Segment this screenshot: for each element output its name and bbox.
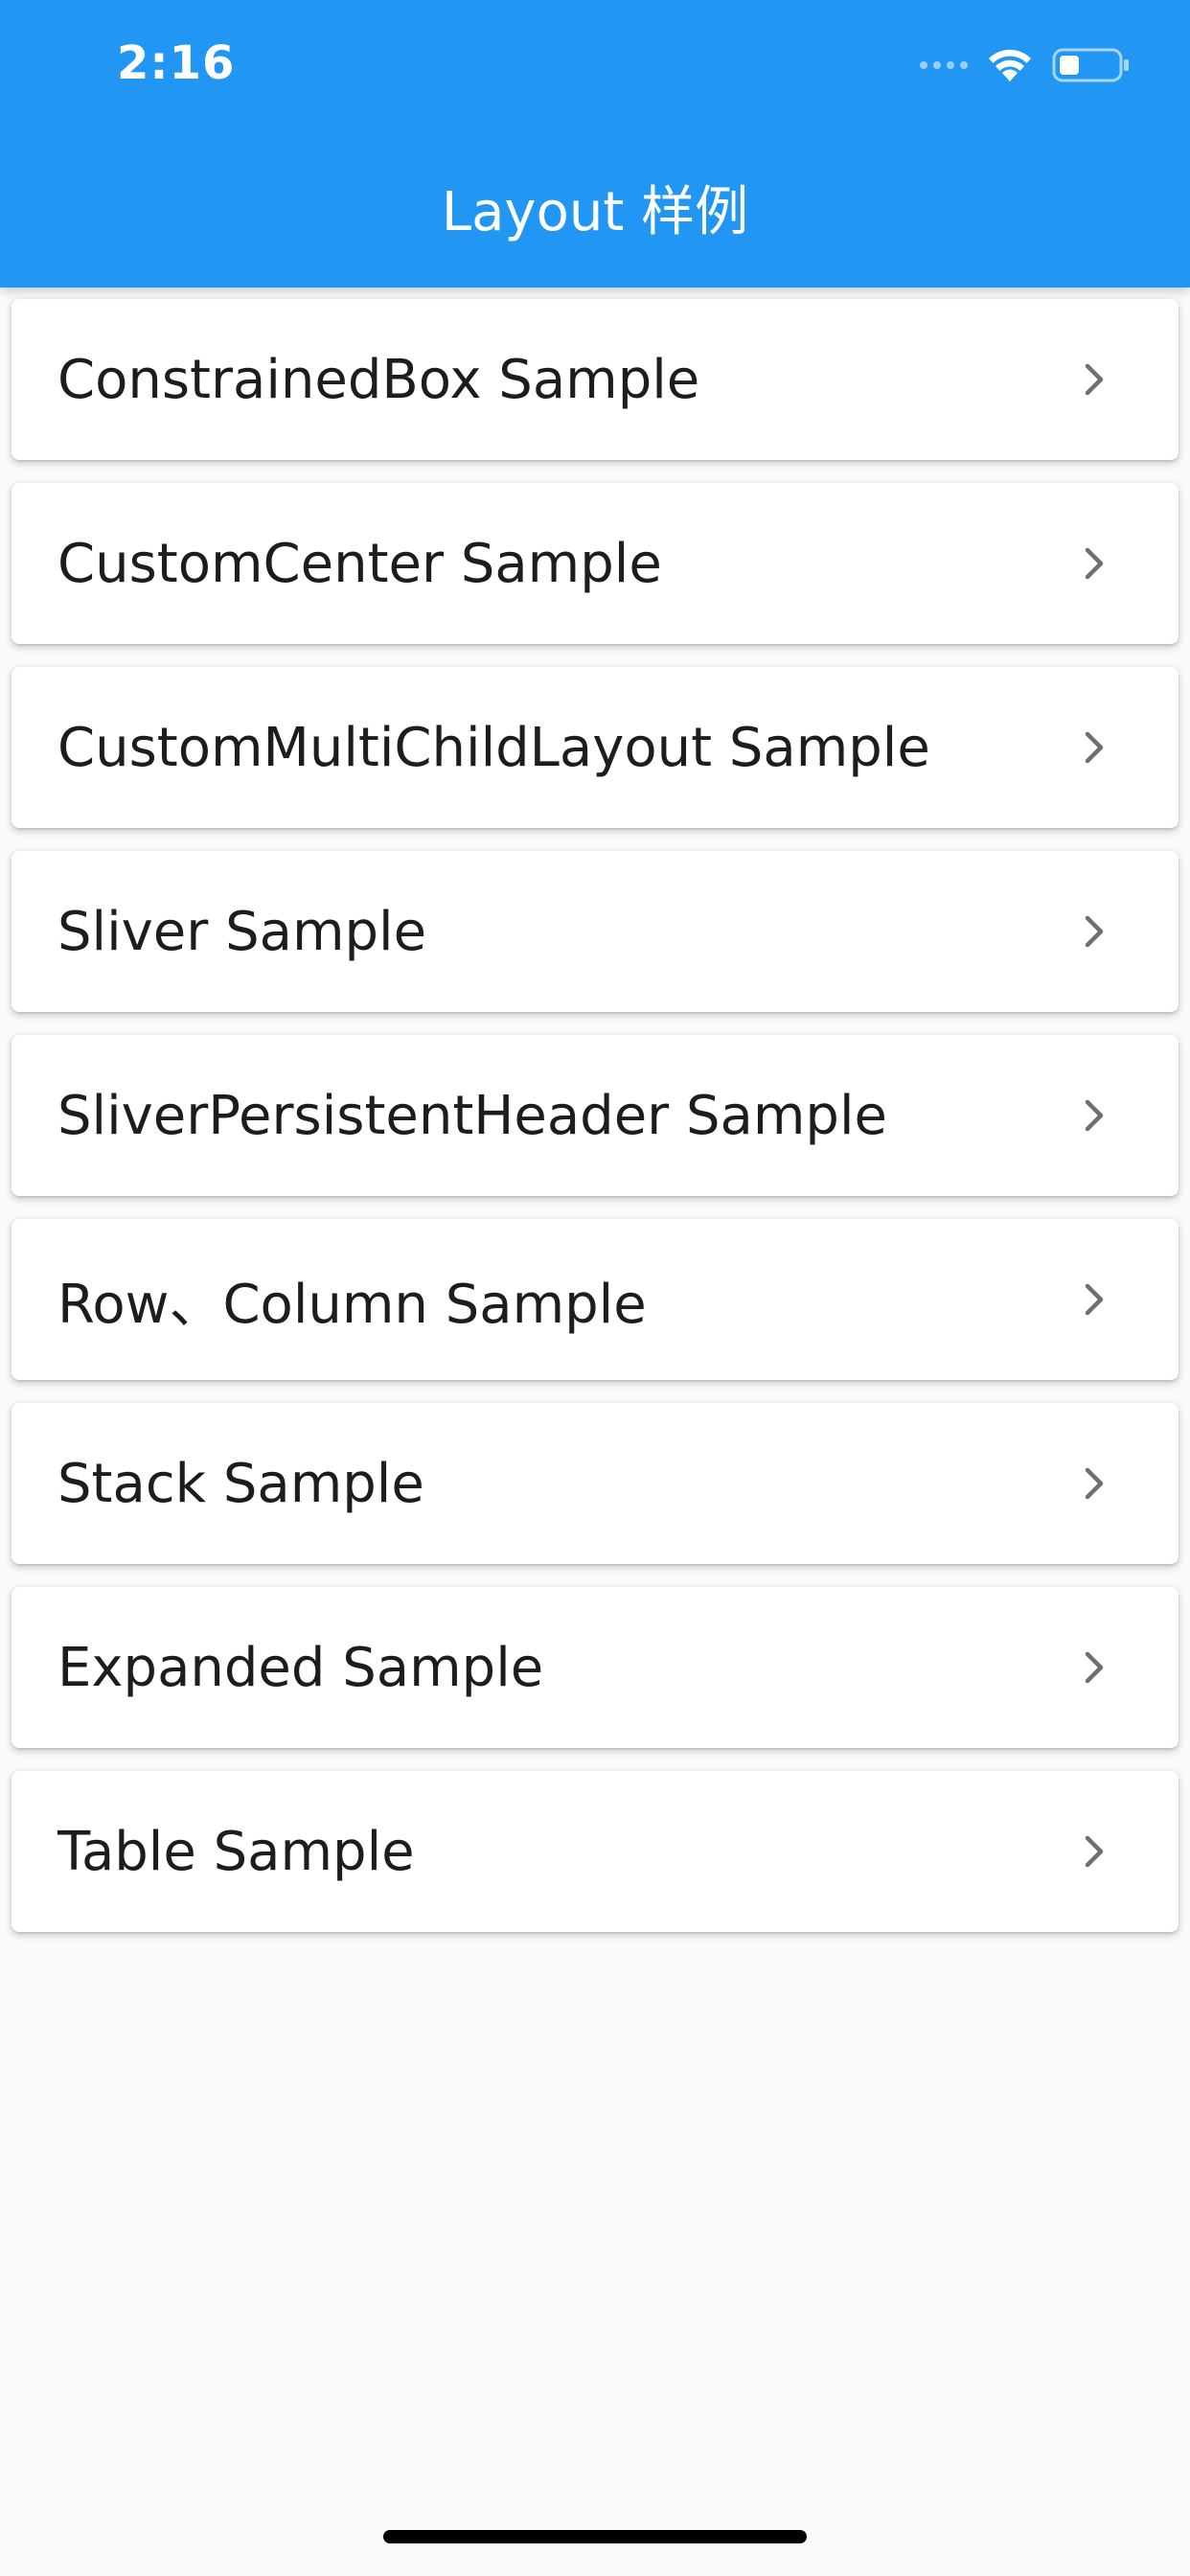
wifi-icon [989, 49, 1031, 81]
list-item-label: Row、Column Sample [57, 1273, 647, 1336]
list-item-label: CustomMultiChildLayout Sample [57, 716, 930, 779]
chevron-right-icon [1085, 1651, 1104, 1684]
list-item[interactable]: ConstrainedBox Sample [11, 299, 1179, 460]
list-item[interactable]: CustomMultiChildLayout Sample [11, 667, 1179, 828]
home-indicator[interactable] [383, 2530, 807, 2543]
status-time: 2:16 [117, 36, 236, 90]
list-item-label: Stack Sample [57, 1452, 424, 1515]
list-item-label: Table Sample [57, 1820, 415, 1883]
battery-icon [1052, 48, 1129, 82]
page-title: Layout 样例 [441, 181, 749, 243]
list-item[interactable]: Stack Sample [11, 1403, 1179, 1564]
list-item[interactable]: Row、Column Sample [11, 1219, 1179, 1380]
list-item[interactable]: Table Sample [11, 1771, 1179, 1932]
list-item-label: SliverPersistentHeader Sample [57, 1084, 887, 1147]
status-icons [920, 42, 1131, 88]
chevron-right-icon [1085, 731, 1104, 764]
list-item-label: Expanded Sample [57, 1636, 544, 1699]
sample-list: ConstrainedBox Sample CustomCenter Sampl… [11, 299, 1179, 1955]
list-item[interactable]: Expanded Sample [11, 1587, 1179, 1748]
chevron-right-icon [1085, 1467, 1104, 1500]
chevron-right-icon [1085, 1099, 1104, 1132]
list-item[interactable]: CustomCenter Sample [11, 483, 1179, 644]
chevron-right-icon [1085, 1835, 1104, 1868]
chevron-right-icon [1085, 915, 1104, 948]
list-item-label: Sliver Sample [57, 900, 427, 963]
list-item-label: CustomCenter Sample [57, 532, 662, 595]
list-item[interactable]: Sliver Sample [11, 851, 1179, 1012]
list-item-label: ConstrainedBox Sample [57, 348, 700, 411]
chevron-right-icon [1085, 363, 1104, 396]
app-bar: 2:16 Layout 样例 [0, 0, 1190, 288]
chevron-right-icon [1085, 547, 1104, 580]
cellular-signal-icon [920, 61, 968, 69]
list-item[interactable]: SliverPersistentHeader Sample [11, 1035, 1179, 1196]
chevron-right-icon [1085, 1283, 1104, 1316]
